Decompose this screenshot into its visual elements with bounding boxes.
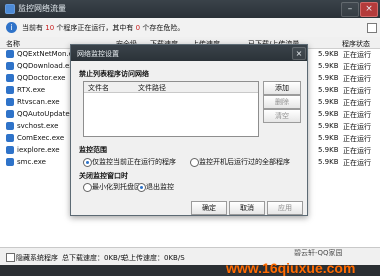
process-name: QQDownload.exe [17,62,78,70]
minimize-to-tray-label: 最小化到托盘区 [92,183,141,191]
info-suffix: 个存在危险。 [142,24,185,32]
watermark-text: 碧云轩-QQ家园 [294,249,343,257]
minimize-to-tray-radio[interactable] [83,183,92,192]
list-col-filepath[interactable]: 文件路径 [138,83,166,93]
minimize-button[interactable]: – [341,2,359,17]
forbidden-section-title: 禁止列表程序访问网络 [79,70,149,78]
process-name: svchost.exe [17,122,59,130]
list-col-filename[interactable]: 文件名 [88,83,109,93]
info-middle: 个程序正在运行，其中有 [56,24,134,32]
info-checkbox[interactable] [367,23,377,33]
app-window: 监控网络流量 – × i 当前有 10 个程序正在运行，其中有 0 个存在危险。… [0,0,380,276]
process-icon [6,146,14,154]
process-status: 正在运行 [343,135,371,143]
dialog-close-button[interactable]: × [292,47,306,60]
process-name: QQDoctor.exe [17,74,66,82]
forbidden-list[interactable]: 文件名 文件路径 [83,81,259,137]
process-status: 正在运行 [343,51,371,59]
dialog-title: 网络监控设置 [77,50,119,58]
window-title: 监控网络流量 [18,4,66,13]
process-traffic: 5.9KB [318,110,339,118]
delete-button[interactable]: 删除 [263,95,301,109]
process-status: 正在运行 [343,87,371,95]
process-traffic: 5.9KB [318,86,339,94]
process-traffic: 5.9KB [318,50,339,58]
process-name: iexplore.exe [17,146,60,154]
process-name: Rtvscan.exe [17,98,60,106]
exit-monitor-radio[interactable] [137,183,146,192]
process-name: ComExec.exe [17,134,65,142]
process-traffic: 5.9KB [318,62,339,70]
cancel-button[interactable]: 取消 [229,201,265,215]
scope-section-title: 监控范围 [79,146,107,154]
scope-all-radio[interactable] [190,158,199,167]
process-icon [6,62,14,70]
forbidden-list-header: 文件名 文件路径 [84,82,258,93]
scope-all-label: 监控开机后运行过的全部程序 [199,158,290,166]
process-name: smc.exe [17,158,46,166]
process-status: 正在运行 [343,147,371,155]
hide-system-checkbox[interactable] [6,253,15,262]
scope-running-radio[interactable] [83,158,92,167]
process-status: 正在运行 [343,111,371,119]
process-icon [6,74,14,82]
process-icon [6,158,14,166]
process-status: 正在运行 [343,99,371,107]
process-icon [6,122,14,130]
title-bar: 监控网络流量 – × [0,0,380,18]
process-traffic: 5.9KB [318,74,339,82]
running-count: 10 [45,24,55,32]
info-bar: i 当前有 10 个程序正在运行，其中有 0 个存在危险。 [0,18,380,38]
dialog-title-bar: 网络监控设置 × [71,45,307,61]
settings-dialog: 网络监控设置 × 禁止列表程序访问网络 文件名 文件路径 添加 删除 清空 监控… [70,44,308,216]
process-icon [6,50,14,58]
process-traffic: 5.9KB [318,122,339,130]
watermark-url: www.16qiuxue.com [226,260,356,276]
hide-system-label: 隐藏系统程序 [16,254,58,262]
process-icon [6,98,14,106]
total-download-speed: 总下载速度：0KB/S [62,254,125,262]
process-icon [6,134,14,142]
apply-button[interactable]: 应用 [267,201,303,215]
process-status: 正在运行 [343,75,371,83]
add-button[interactable]: 添加 [263,81,301,95]
process-traffic: 5.9KB [318,146,339,154]
process-status: 正在运行 [343,159,371,167]
total-upload-speed: 总上传速度：0KB/S [122,254,185,262]
process-status: 正在运行 [343,63,371,71]
exit-monitor-label: 退出监控 [146,183,174,191]
info-text: 当前有 10 个程序正在运行，其中有 0 个存在危险。 [22,23,184,33]
process-icon [6,110,14,118]
clear-button[interactable]: 清空 [263,109,301,123]
ok-button[interactable]: 确定 [191,201,227,215]
close-button[interactable]: × [360,2,378,17]
process-traffic: 5.9KB [318,158,339,166]
process-icon [6,86,14,94]
scope-running-label: 仅监控当前正在运行的程序 [92,158,176,166]
app-icon [5,4,15,14]
process-traffic: 5.9KB [318,134,339,142]
danger-count: 0 [135,24,141,32]
process-status: 正在运行 [343,123,371,131]
process-traffic: 5.9KB [318,98,339,106]
process-name: RTX.exe [17,86,46,94]
info-icon: i [6,22,17,33]
info-prefix: 当前有 [22,24,43,32]
close-section-title: 关闭监控窗口时 [79,172,128,180]
